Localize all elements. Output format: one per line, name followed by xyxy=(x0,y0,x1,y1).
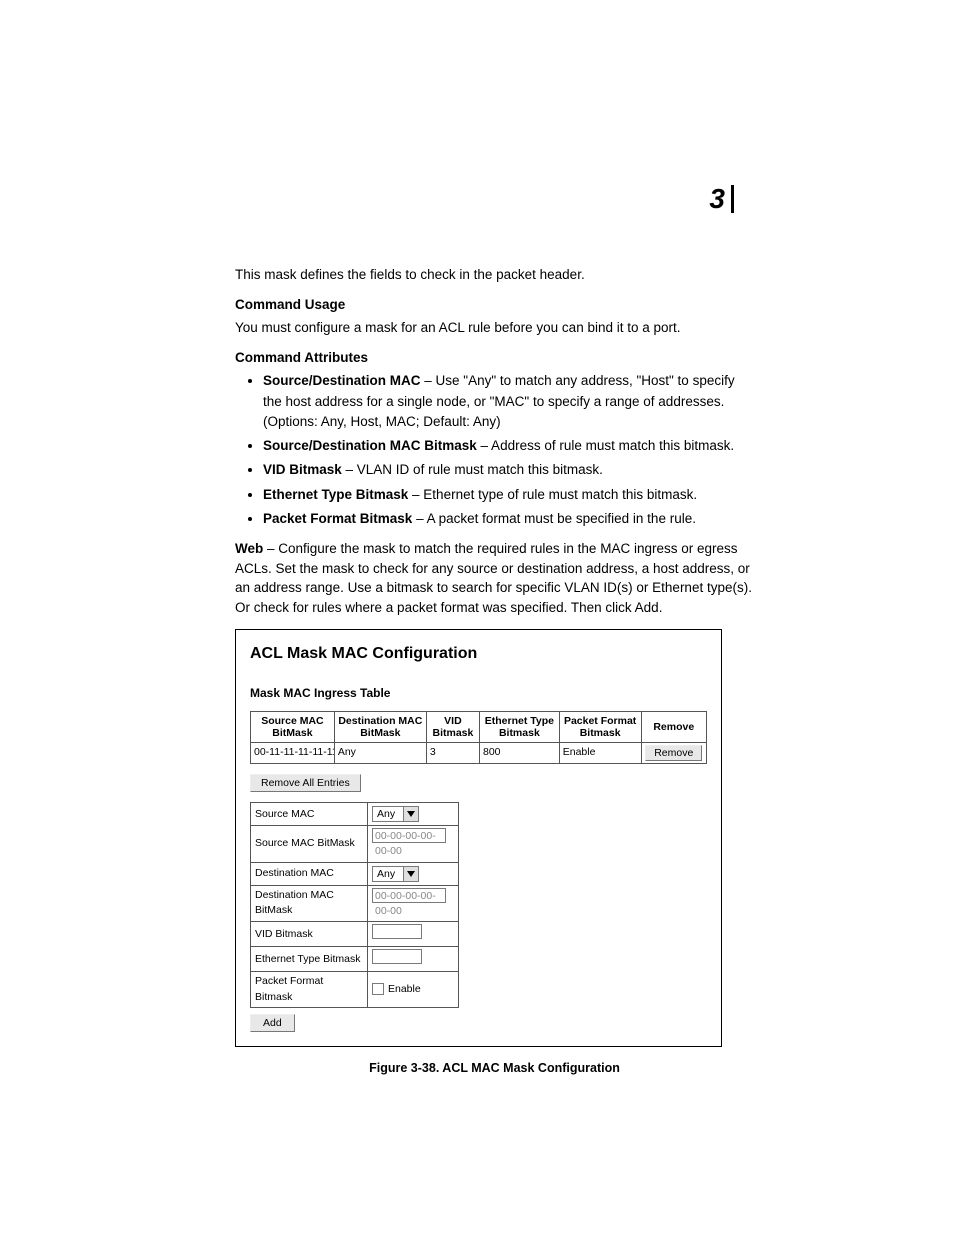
web-paragraph: Web – Configure the mask to match the re… xyxy=(235,539,754,617)
figure-title: ACL Mask MAC Configuration xyxy=(250,642,707,665)
destination-mac-bitmask-input[interactable]: 00-00-00-00-00-00 xyxy=(372,888,446,903)
table-row: 00-11-11-11-11-11 Any 3 800 Enable Remov… xyxy=(251,742,707,763)
form-control-cell: 00-00-00-00-00-00 xyxy=(368,826,459,862)
form-row: Destination MAC BitMask 00-00-00-00-00-0… xyxy=(251,885,459,921)
add-button[interactable]: Add xyxy=(250,1014,295,1032)
cell-vid-bitmask: 3 xyxy=(426,742,479,763)
remove-all-entries-button[interactable]: Remove All Entries xyxy=(250,774,361,792)
form-label: Packet Format Bitmask xyxy=(251,972,368,1007)
attr-name: Source/Destination MAC xyxy=(263,373,421,388)
form-label: VID Bitmask xyxy=(251,922,368,947)
checkbox-label: Enable xyxy=(388,983,421,995)
attr-desc: – A packet format must be specified in t… xyxy=(412,511,696,526)
form-row: VID Bitmask xyxy=(251,922,459,947)
cell-remove: Remove xyxy=(641,742,706,763)
col-header: Packet Format Bitmask xyxy=(559,711,641,742)
form-control-cell: 00-00-00-00-00-00 xyxy=(368,885,459,921)
form-row: Packet Format Bitmask Enable xyxy=(251,972,459,1007)
cell-ethernet-type-bitmask: 800 xyxy=(480,742,560,763)
form-control-cell: Any xyxy=(368,803,459,826)
list-item: Ethernet Type Bitmask – Ethernet type of… xyxy=(263,485,754,505)
table-header-row: Source MAC BitMask Destination MAC BitMa… xyxy=(251,711,707,742)
form-control-cell xyxy=(368,922,459,947)
form-row: Destination MAC Any xyxy=(251,862,459,885)
body-text: This mask defines the fields to check in… xyxy=(235,265,754,1077)
list-item: VID Bitmask – VLAN ID of rule must match… xyxy=(263,460,754,480)
chapter-number: 3 xyxy=(709,185,734,213)
command-usage-text: You must configure a mask for an ACL rul… xyxy=(235,318,754,338)
attr-name: Source/Destination MAC Bitmask xyxy=(263,438,477,453)
col-header: Source MAC BitMask xyxy=(251,711,335,742)
remove-button[interactable]: Remove xyxy=(645,745,702,761)
select-value: Any xyxy=(373,807,403,821)
command-attributes-list: Source/Destination MAC – Use "Any" to ma… xyxy=(235,371,754,529)
form-control-cell: Any xyxy=(368,862,459,885)
mask-mac-ingress-table: Source MAC BitMask Destination MAC BitMa… xyxy=(250,711,707,764)
attr-name: VID Bitmask xyxy=(263,462,342,477)
chevron-down-icon xyxy=(403,807,418,821)
form-label: Ethernet Type Bitmask xyxy=(251,947,368,972)
cell-destination-mac-bitmask: Any xyxy=(334,742,426,763)
attr-name: Packet Format Bitmask xyxy=(263,511,412,526)
attr-desc: – VLAN ID of rule must match this bitmas… xyxy=(342,462,603,477)
form-label: Destination MAC BitMask xyxy=(251,885,368,921)
form-row: Source MAC Any xyxy=(251,803,459,826)
source-mac-bitmask-input[interactable]: 00-00-00-00-00-00 xyxy=(372,828,446,843)
mask-form-table: Source MAC Any Source MAC BitMask 00-00-… xyxy=(250,802,459,1008)
attr-name: Ethernet Type Bitmask xyxy=(263,487,408,502)
form-row: Ethernet Type Bitmask xyxy=(251,947,459,972)
web-label: Web xyxy=(235,541,263,556)
figure-panel: ACL Mask MAC Configuration Mask MAC Ingr… xyxy=(235,629,722,1047)
attr-desc: – Ethernet type of rule must match this … xyxy=(408,487,697,502)
col-header: VID Bitmask xyxy=(426,711,479,742)
ethernet-type-bitmask-input[interactable] xyxy=(372,949,422,964)
form-label: Source MAC xyxy=(251,803,368,826)
attr-desc: – Address of rule must match this bitmas… xyxy=(477,438,734,453)
form-control-cell: Enable xyxy=(368,972,459,1007)
figure-subhead: Mask MAC Ingress Table xyxy=(250,685,707,702)
list-item: Source/Destination MAC – Use "Any" to ma… xyxy=(263,371,754,432)
destination-mac-select[interactable]: Any xyxy=(372,866,419,882)
chevron-down-icon xyxy=(403,867,418,881)
command-usage-head: Command Usage xyxy=(235,295,754,315)
cell-packet-format-bitmask: Enable xyxy=(559,742,641,763)
col-header: Destination MAC BitMask xyxy=(334,711,426,742)
form-row: Source MAC BitMask 00-00-00-00-00-00 xyxy=(251,826,459,862)
web-text: – Configure the mask to match the requir… xyxy=(235,541,752,615)
col-header: Ethernet Type Bitmask xyxy=(480,711,560,742)
cell-source-mac-bitmask: 00-11-11-11-11-11 xyxy=(251,742,335,763)
col-header: Remove xyxy=(641,711,706,742)
form-control-cell xyxy=(368,947,459,972)
list-item: Packet Format Bitmask – A packet format … xyxy=(263,509,754,529)
form-label: Destination MAC xyxy=(251,862,368,885)
form-label: Source MAC BitMask xyxy=(251,826,368,862)
packet-format-enable-checkbox[interactable] xyxy=(372,983,384,995)
select-value: Any xyxy=(373,867,403,881)
vid-bitmask-input[interactable] xyxy=(372,924,422,939)
source-mac-select[interactable]: Any xyxy=(372,806,419,822)
command-attributes-head: Command Attributes xyxy=(235,348,754,368)
list-item: Source/Destination MAC Bitmask – Address… xyxy=(263,436,754,456)
figure-caption: Figure 3-38. ACL MAC Mask Configuration xyxy=(235,1059,754,1077)
document-page: 3 This mask defines the fields to check … xyxy=(0,0,954,1235)
intro-paragraph: This mask defines the fields to check in… xyxy=(235,265,754,285)
